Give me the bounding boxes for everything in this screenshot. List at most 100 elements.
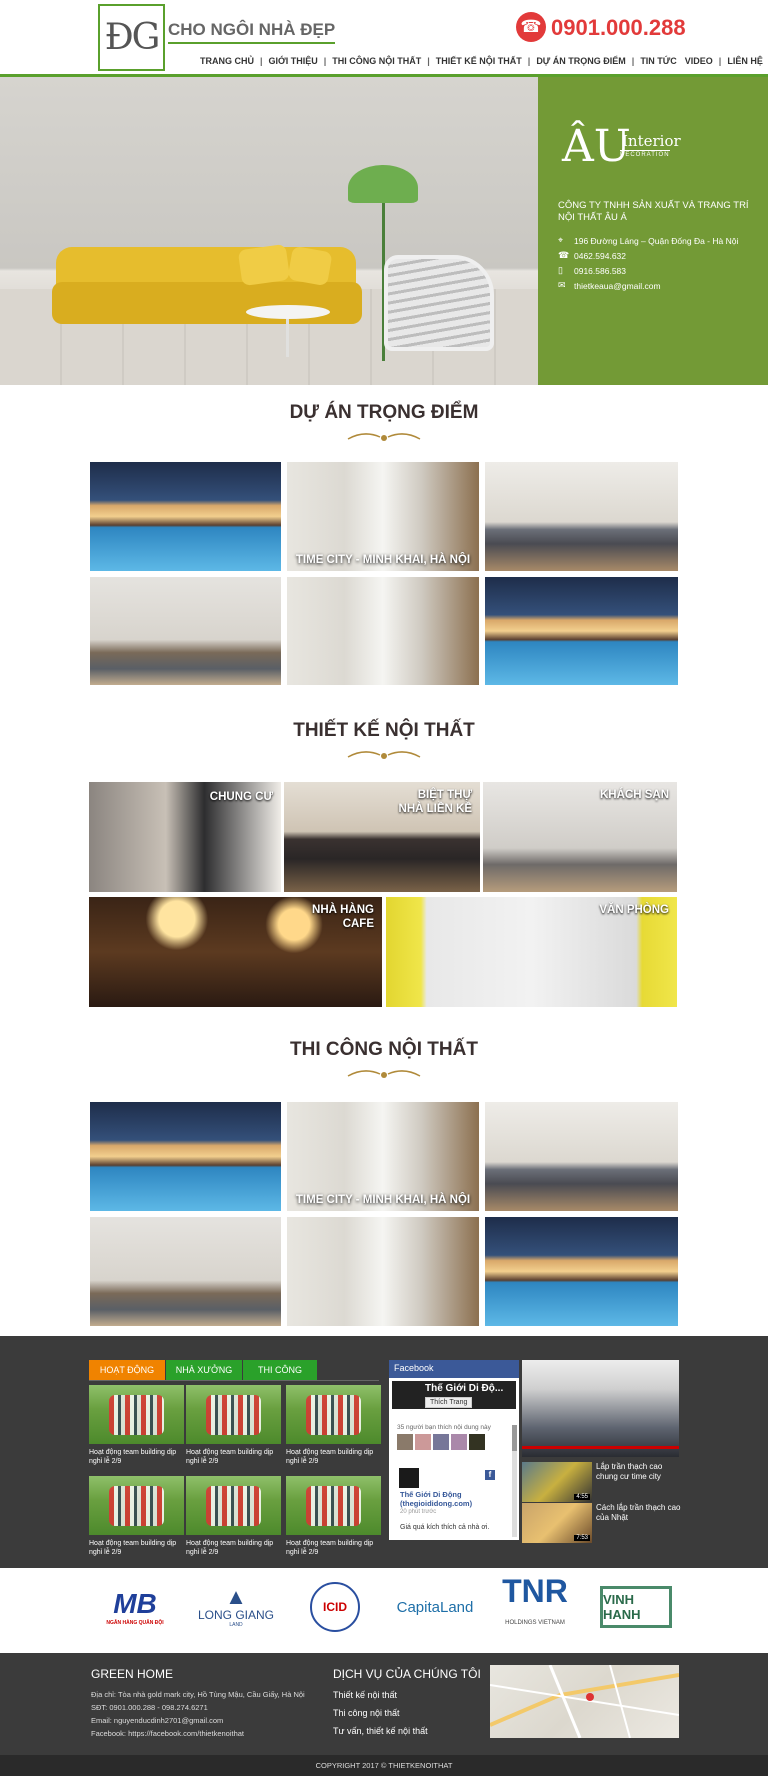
design-card-villa[interactable]: BIỆT THỰ NHÀ LIỀN KỀ (283, 781, 481, 893)
facebook-post-time: 20 phút trước (400, 1509, 437, 1515)
facebook-post-avatar[interactable] (399, 1468, 419, 1488)
tab-workshop[interactable]: NHÀ XƯỞNG (166, 1360, 242, 1380)
brand-logo-word: Interior (622, 132, 681, 150)
activity-photo[interactable] (186, 1476, 281, 1535)
facebook-scrollbar[interactable] (512, 1425, 517, 1537)
footer-address: Địa chỉ: Tòa nhà gold mark city, Hồ Tùng… (91, 1690, 305, 1699)
video-title[interactable]: Cách lắp trần thạch cao của Nhật (596, 1503, 682, 1523)
video-duration: 4:55 (574, 1494, 590, 1500)
footer-service-link[interactable]: Tư vấn, thiết kế nội thất (333, 1726, 428, 1736)
project-photo[interactable] (89, 461, 282, 572)
activity-caption[interactable]: Hoạt động team building dịp nghỉ lễ 2/9 (186, 1448, 284, 1466)
project-photo[interactable] (484, 576, 679, 686)
location-map[interactable] (490, 1665, 679, 1738)
activity-photo[interactable] (89, 1385, 184, 1444)
hero-image (0, 77, 538, 385)
site-logo[interactable]: ĐG (98, 4, 165, 71)
partner-sub: HOLDINGS VIETNAM (505, 1620, 565, 1626)
project-photo[interactable] (89, 576, 282, 686)
tab-construction[interactable]: THI CÔNG (243, 1360, 317, 1380)
projects-title: DỰ ÁN TRỌNG ĐIỂM (289, 402, 479, 423)
construction-photo[interactable]: TIME CITY - MINH KHAI, HÀ NỘI (286, 1101, 480, 1212)
nav-item-construction[interactable]: THI CÔNG NỘI THẤT (328, 56, 425, 66)
logo-tagline: CHO NGÔI NHÀ ĐẸP (168, 20, 336, 44)
activity-caption[interactable]: Hoạt động team building dịp nghỉ lễ 2/9 (89, 1539, 187, 1557)
video-duration: 7:53 (574, 1535, 590, 1541)
nav-item-projects[interactable]: DỰ ÁN TRỌNG ĐIỂM (532, 56, 629, 66)
featured-video[interactable] (522, 1360, 679, 1457)
activity-photo[interactable] (286, 1385, 381, 1444)
nav-item-home[interactable]: TRANG CHỦ (196, 56, 258, 66)
activity-caption[interactable]: Hoạt động team building dịp nghỉ lễ 2/9 (89, 1448, 187, 1466)
footer-facebook[interactable]: Facebook: https://facebook.com/thietkeno… (91, 1729, 244, 1738)
partner-logo-mb[interactable]: MB NGÂN HÀNG QUÂN ĐỘI (95, 1582, 175, 1632)
design-card-restaurant[interactable]: NHÀ HÀNG CAFE (88, 896, 383, 1008)
hotline-number[interactable]: 0901.000.288 (551, 15, 686, 41)
avatar[interactable] (415, 1434, 431, 1450)
video-progress[interactable] (522, 1446, 679, 1449)
nav-item-about[interactable]: GIỚI THIỆU (265, 56, 322, 66)
activity-caption[interactable]: Hoạt động team building dịp nghỉ lễ 2/9 (186, 1539, 284, 1557)
partner-logo-icid[interactable]: ICID (310, 1582, 360, 1632)
design-card-label: VĂN PHÒNG (599, 904, 669, 916)
facebook-post-author[interactable]: Thế Giới Di Động (thegioididong.com) (400, 1490, 490, 1508)
design-card-label: NHÀ HÀNG CAFE (312, 904, 374, 930)
project-photo[interactable] (286, 576, 480, 686)
avatar[interactable] (397, 1434, 413, 1450)
ornament-divider (347, 1070, 421, 1078)
lounge-chair (384, 255, 494, 351)
phone1-text: 0462.594.632 (574, 250, 626, 261)
activity-photo[interactable] (186, 1385, 281, 1444)
activity-caption[interactable]: Hoạt động team building dịp nghỉ lễ 2/9 (286, 1539, 384, 1557)
nav-item-design[interactable]: THIẾT KẾ NỘI THẤT (432, 56, 526, 66)
company-name: CÔNG TY TNHH SẢN XUẤT VÀ TRANG TRÍ NỘI T… (558, 200, 749, 223)
partner-logo-vinh-hanh[interactable]: VINH HANH (600, 1586, 672, 1628)
copyright: COPYRIGHT 2017 © THIETKENOITHAT (0, 1755, 768, 1776)
construction-photo[interactable] (89, 1101, 282, 1212)
logo-mark: ĐG (104, 17, 161, 58)
design-card-condo[interactable]: CHUNG CƯ (88, 781, 282, 893)
main-nav: TRANG CHỦ | GIỚI THIỆU | THI CÔNG NỘI THẤT… (196, 56, 767, 66)
project-photo[interactable]: TIME CITY - MINH KHAI, HÀ NỘI (286, 461, 480, 572)
video-thumbnail[interactable]: 7:53 (522, 1503, 592, 1543)
sofa-pillow (287, 245, 333, 287)
video-title[interactable]: Lắp trần thạch cao chung cư time city (596, 1462, 682, 1482)
facebook-post-text: Giá quá kích thích cả nhà ơi. (400, 1524, 490, 1531)
construction-photo[interactable] (286, 1216, 480, 1327)
nav-item-news[interactable]: TIN TỨC (636, 56, 680, 66)
partner-logo-capitaland[interactable]: CapitaLand (390, 1582, 480, 1632)
email-text: thietkeaua@gmail.com (574, 280, 661, 291)
avatar[interactable] (469, 1434, 485, 1450)
footer-service-link[interactable]: Thi công nội thất (333, 1708, 400, 1718)
partner-sub: LAND (229, 1622, 243, 1628)
sofa-pillow (237, 243, 291, 287)
footer-service-link[interactable]: Thiết kế nội thất (333, 1690, 397, 1700)
scroll-thumb[interactable] (512, 1425, 517, 1451)
avatar[interactable] (433, 1434, 449, 1450)
avatar[interactable] (451, 1434, 467, 1450)
construction-photo[interactable] (484, 1216, 679, 1327)
activity-photo[interactable] (286, 1476, 381, 1535)
partner-logo-tnr[interactable]: TNR HOLDINGS VIETNAM (493, 1575, 577, 1632)
activity-photo[interactable] (89, 1476, 184, 1535)
nav-item-contact[interactable]: LIÊN HỆ (723, 56, 767, 66)
address-text: 196 Đường Láng – Quận Đống Đa - Hà Nội (574, 235, 739, 246)
design-card-office[interactable]: VĂN PHÒNG (385, 896, 678, 1008)
video-thumbnail[interactable]: 4:55 (522, 1462, 592, 1502)
design-card-hotel[interactable]: KHÁCH SẠN (482, 781, 678, 893)
contact-phone2: ▯ 0916.586.583 (558, 265, 626, 276)
nav-item-video[interactable]: VIDEO (681, 56, 717, 66)
construction-photo[interactable] (484, 1101, 679, 1212)
footer-email[interactable]: Email: nguyenducdinh2701@gmail.com (91, 1716, 223, 1725)
partner-logo-long-giang[interactable]: ▲ LONG GIANG LAND (195, 1582, 277, 1632)
facebook-like-button[interactable]: Thích Trang (425, 1397, 473, 1408)
construction-title: THI CÔNG NỘI THẤT (290, 1039, 478, 1060)
location-icon: ⌖ (558, 235, 564, 245)
project-photo[interactable] (484, 461, 679, 572)
brand-logo-symbol: ÂU (562, 121, 631, 172)
tab-activities[interactable]: HOẠT ĐỘNG (89, 1360, 165, 1380)
construction-photo[interactable] (89, 1216, 282, 1327)
facebook-page-name[interactable]: Thế Giới Di Độ... (425, 1383, 503, 1394)
mobile-icon: ▯ (558, 265, 563, 275)
activity-caption[interactable]: Hoạt động team building dịp nghỉ lễ 2/9 (286, 1448, 384, 1466)
